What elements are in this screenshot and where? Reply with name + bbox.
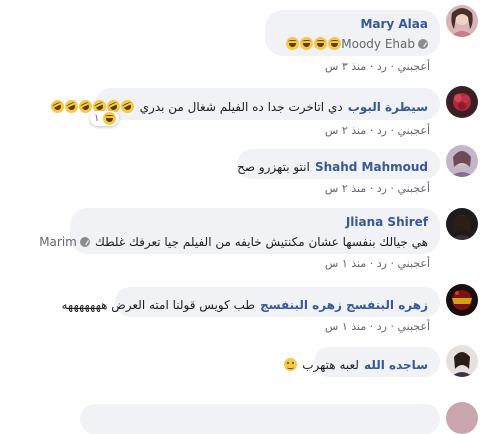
avatar[interactable] (446, 284, 478, 316)
avatar-photo (446, 284, 478, 316)
reaction-badge[interactable]: ١ (90, 111, 120, 126)
comment-author[interactable]: زهره البنفسج زهره البنفسج (260, 298, 428, 312)
reaction-count: ١ (94, 113, 100, 124)
avatar-photo (446, 86, 478, 118)
avatar-photo (446, 402, 478, 434)
comment-time[interactable]: منذ ٢ س (325, 124, 366, 137)
emoji-laughing-icon (285, 33, 341, 52)
like-link[interactable]: أعجبني (397, 320, 430, 333)
comment-bubble: Jliana Shiref هي جيالك بنفسها عشان مكنتي… (39, 208, 440, 254)
like-link[interactable]: أعجبني (397, 182, 430, 195)
comment-actions: أعجبني · رد · منذ ١ س (324, 257, 430, 270)
mention-link[interactable]: Moody Ehab (341, 37, 415, 51)
comment-bubble: زهره البنفسج زهره البنفسج طب كويس قولنا … (61, 287, 440, 317)
comment-bubble: Shahd Mahmoud انتو بتهزرو صح (237, 149, 440, 179)
comment-actions: أعجبني · رد · منذ ٢ س (324, 124, 430, 137)
avatar[interactable] (446, 345, 478, 377)
comment-actions: أعجبني · رد · منذ ٣ س (324, 60, 430, 73)
avatar[interactable] (446, 86, 478, 118)
comment-actions: أعجبني · رد · منذ ١ س (324, 320, 430, 333)
comment-author[interactable]: Mary Alaa (277, 17, 428, 31)
reply-link[interactable]: رد (377, 257, 387, 270)
comment-text: هي جيالك بنفسها عشان مكنتيش خايفه من الف… (94, 235, 428, 249)
comment-author[interactable]: Shahd Mahmoud (315, 160, 428, 174)
comment-bubble: سيطرة البوب دي اتاخرت جدا ده الفيلم شغال… (48, 88, 440, 120)
reply-link[interactable]: رد (377, 182, 387, 195)
avatar[interactable] (446, 145, 478, 177)
comment-actions: أعجبني · رد · منذ ٢ س (324, 182, 430, 195)
comment-time[interactable]: منذ ٣ س (325, 60, 366, 73)
mention-user-icon (79, 236, 90, 247)
reply-link[interactable]: رد (377, 60, 387, 73)
avatar-photo (446, 5, 478, 37)
mention-link[interactable]: Marim (39, 235, 77, 249)
mention-user-icon (418, 38, 428, 49)
comment-text: انتو بتهزرو صح (237, 160, 310, 174)
reply-link[interactable]: رد (377, 124, 387, 137)
comment-text: دي اتاخرت جدا ده الفيلم شغال من بدري (139, 100, 343, 114)
comment-author[interactable]: سيطرة البوب (348, 100, 428, 114)
avatar[interactable] (446, 402, 478, 434)
comment-text: طب كويس قولنا امته العرض هههههههه (61, 298, 255, 312)
emoji-wink-icon (283, 358, 297, 371)
avatar-photo (446, 208, 478, 240)
reply-link[interactable]: رد (377, 320, 387, 333)
comment-bubble: Mary Alaa Moody Ehab (265, 10, 440, 56)
comment-text: لعبه هتهرب (302, 358, 359, 372)
comment-bubble: ساجده الله لعبه هتهرب (283, 347, 440, 377)
like-link[interactable]: أعجبني (397, 60, 430, 73)
comment-time[interactable]: منذ ٢ س (325, 182, 366, 195)
like-link[interactable]: أعجبني (397, 257, 430, 270)
avatar[interactable] (446, 208, 478, 240)
like-link[interactable]: أعجبني (397, 124, 430, 137)
avatar-photo (446, 145, 478, 177)
comment-time[interactable]: منذ ١ س (325, 320, 366, 333)
comment-time[interactable]: منذ ١ س (325, 257, 366, 270)
avatar-photo (446, 345, 478, 377)
comment-author[interactable]: ساجده الله (364, 358, 428, 372)
avatar[interactable] (446, 5, 478, 37)
haha-reaction-icon (102, 112, 116, 125)
comment-author[interactable]: Jliana Shiref (82, 215, 428, 229)
